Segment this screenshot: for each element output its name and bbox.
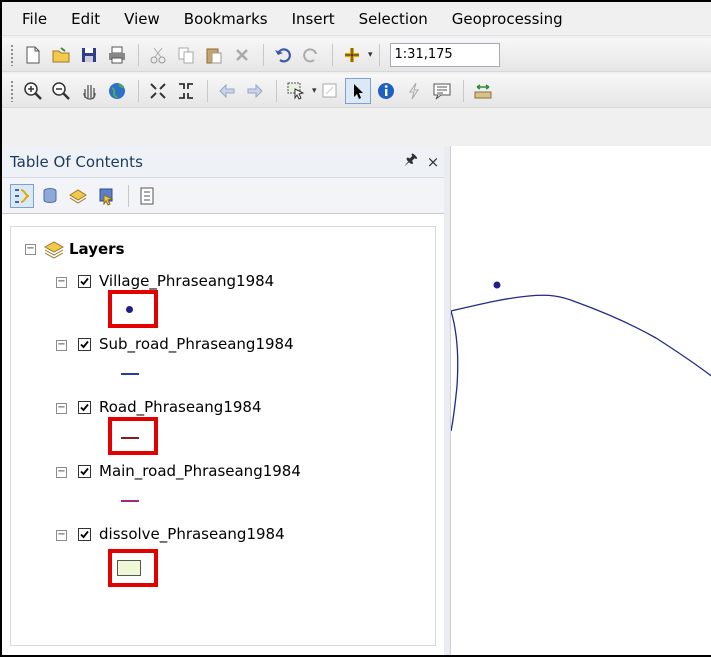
layer-visibility-checkbox[interactable] (78, 528, 91, 541)
list-by-visibility-icon[interactable] (66, 184, 90, 208)
highlight-box-dissolve-symbol (108, 549, 158, 587)
standard-toolbar: ▾ 1:31,175 (2, 38, 711, 72)
layer-name-sub-road[interactable]: Sub_road_Phraseang1984 (99, 335, 294, 353)
back-extent-icon[interactable] (214, 78, 240, 104)
identify-icon[interactable] (373, 78, 399, 104)
main-road-line-symbol[interactable] (121, 500, 139, 502)
layers-group-icon (43, 238, 65, 264)
clear-selection-icon[interactable] (317, 78, 343, 104)
sub-road-line-symbol[interactable] (121, 373, 139, 375)
highlight-box-road-symbol (108, 417, 158, 455)
layer-visibility-checkbox[interactable] (78, 338, 91, 351)
toc-title: Table Of Contents (10, 152, 143, 171)
road-feature (451, 294, 711, 377)
toolbar-grip[interactable] (10, 79, 14, 102)
collapse-layers-toggle[interactable]: − (25, 244, 36, 255)
toolbar-grip[interactable] (10, 43, 14, 66)
menu-file[interactable]: File (12, 10, 59, 28)
layer-visibility-checkbox[interactable] (78, 401, 91, 414)
open-folder-icon[interactable] (48, 42, 74, 68)
layer-name-village[interactable]: Village_Phraseang1984 (99, 272, 274, 290)
cut-icon[interactable] (145, 42, 171, 68)
options-icon[interactable] (135, 184, 159, 208)
map-canvas[interactable] (451, 146, 711, 657)
menu-edit[interactable]: Edit (59, 10, 112, 28)
layer-name-road[interactable]: Road_Phraseang1984 (99, 398, 262, 416)
measure-ruler-icon[interactable] (470, 78, 496, 104)
road-feature (451, 310, 459, 432)
full-extent-globe-icon[interactable] (104, 78, 130, 104)
redo-icon[interactable] (298, 42, 324, 68)
layer-visibility-checkbox[interactable] (78, 275, 91, 288)
collapse-layer-toggle[interactable]: − (56, 340, 67, 351)
menu-view[interactable]: View (112, 10, 172, 28)
layer-name-main-road[interactable]: Main_road_Phraseang1984 (99, 462, 301, 480)
select-features-icon[interactable] (283, 78, 309, 104)
tools-toolbar: ▾ (2, 74, 711, 108)
copy-icon[interactable] (173, 42, 199, 68)
hyperlink-icon[interactable] (401, 78, 427, 104)
fixed-zoom-out-icon[interactable] (173, 78, 199, 104)
save-icon[interactable] (76, 42, 102, 68)
collapse-layer-toggle[interactable]: − (56, 467, 67, 478)
layer-tree: − Layers − Village_Phraseang1984 − Sub_r… (10, 226, 436, 646)
close-panel-icon[interactable]: × (422, 153, 444, 171)
menu-geoprocessing[interactable]: Geoprocessing (440, 10, 575, 28)
village-point (493, 281, 501, 289)
list-by-selection-icon[interactable] (94, 184, 118, 208)
zoom-out-icon[interactable] (48, 78, 74, 104)
delete-icon[interactable] (229, 42, 255, 68)
collapse-layer-toggle[interactable]: − (56, 403, 67, 414)
toc-titlebar: Table Of Contents 🖈 × (2, 146, 444, 178)
print-icon[interactable] (104, 42, 130, 68)
arcmap-window: File Edit View Bookmarks Insert Selectio… (0, 0, 711, 657)
zoom-in-icon[interactable] (20, 78, 46, 104)
menu-bar: File Edit View Bookmarks Insert Selectio… (2, 2, 711, 36)
new-document-icon[interactable] (20, 42, 46, 68)
collapse-layer-toggle[interactable]: − (56, 277, 67, 288)
forward-extent-icon[interactable] (242, 78, 268, 104)
map-display[interactable] (450, 146, 711, 657)
add-data-icon[interactable] (339, 42, 365, 68)
collapse-layer-toggle[interactable]: − (56, 530, 67, 541)
list-by-source-icon[interactable] (38, 184, 62, 208)
fixed-zoom-in-icon[interactable] (145, 78, 171, 104)
undo-icon[interactable] (270, 42, 296, 68)
auto-hide-pin-icon[interactable]: 🖈 (400, 149, 422, 174)
menu-selection[interactable]: Selection (347, 10, 440, 28)
highlight-box-village-symbol (108, 290, 158, 328)
menu-insert[interactable]: Insert (280, 10, 347, 28)
paste-icon[interactable] (201, 42, 227, 68)
layer-name-dissolve[interactable]: dissolve_Phraseang1984 (99, 525, 285, 543)
html-popup-icon[interactable] (429, 78, 455, 104)
layers-group-label: Layers (69, 240, 125, 258)
table-of-contents-panel: Table Of Contents 🖈 × − Layers − Village… (2, 146, 444, 655)
list-by-drawing-order-icon[interactable] (10, 183, 34, 208)
map-scale-field[interactable]: 1:31,175 (389, 42, 500, 67)
pan-hand-icon[interactable] (76, 78, 102, 104)
layer-visibility-checkbox[interactable] (78, 465, 91, 478)
toc-toolbar (2, 178, 444, 214)
select-elements-arrow-icon[interactable] (344, 77, 371, 104)
add-data-dropdown-icon[interactable]: ▾ (368, 50, 373, 60)
menu-bookmarks[interactable]: Bookmarks (172, 10, 280, 28)
